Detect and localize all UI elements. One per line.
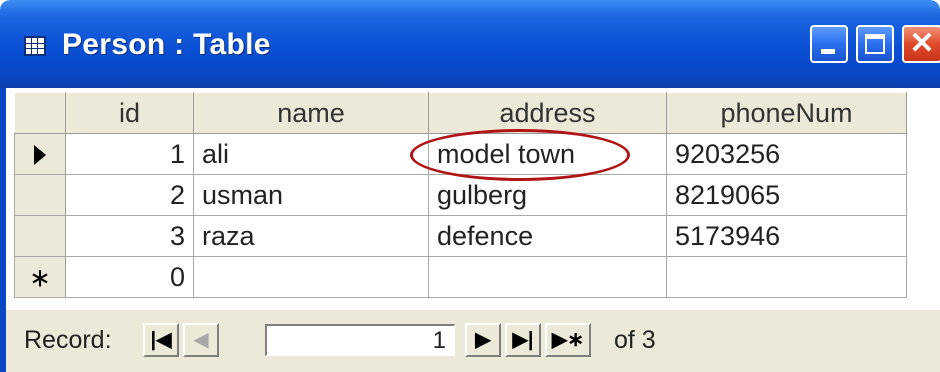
datasheet-grid: id name address phoneNum 1 ali model tow… bbox=[14, 92, 907, 298]
next-record-button[interactable]: ▶ bbox=[465, 323, 501, 357]
cell-name[interactable]: ali bbox=[193, 133, 429, 175]
new-record-nav-icon: ▶∗ bbox=[551, 329, 585, 351]
row-selector[interactable] bbox=[14, 133, 66, 175]
previous-record-icon: ◀ bbox=[193, 329, 209, 351]
row-selector[interactable] bbox=[14, 215, 66, 257]
cell-id[interactable]: 2 bbox=[65, 174, 194, 216]
minimize-icon bbox=[821, 49, 835, 54]
cell-address[interactable] bbox=[428, 256, 667, 298]
cell-name[interactable] bbox=[193, 256, 429, 298]
new-record-icon: ∗ bbox=[29, 262, 51, 293]
title-bar[interactable]: Person : Table ✕ bbox=[0, 0, 940, 88]
table-row[interactable]: 3 raza defence 5173946 bbox=[14, 215, 907, 257]
next-record-icon: ▶ bbox=[475, 329, 491, 351]
window-title: Person : Table bbox=[62, 28, 271, 61]
record-count: of 3 bbox=[614, 326, 656, 354]
row-selector[interactable] bbox=[14, 174, 66, 216]
header-row: id name address phoneNum bbox=[14, 92, 907, 134]
first-record-icon: |◀ bbox=[150, 329, 172, 351]
maximize-icon bbox=[865, 34, 885, 54]
cell-phonenum[interactable]: 9203256 bbox=[666, 133, 907, 175]
record-number-input[interactable] bbox=[265, 324, 455, 356]
column-header-id[interactable]: id bbox=[65, 92, 194, 134]
record-label: Record: bbox=[24, 326, 112, 354]
cell-name[interactable]: usman bbox=[193, 174, 429, 216]
new-record-row[interactable]: ∗ 0 bbox=[14, 256, 907, 298]
table-row[interactable]: 1 ali model town 9203256 bbox=[14, 133, 907, 175]
cell-address[interactable]: model town bbox=[428, 133, 667, 175]
cell-address[interactable]: defence bbox=[428, 215, 667, 257]
cell-id[interactable]: 1 bbox=[65, 133, 194, 175]
cell-id[interactable]: 0 bbox=[65, 256, 194, 298]
last-record-button[interactable]: ▶| bbox=[505, 323, 541, 357]
first-record-button[interactable]: |◀ bbox=[143, 323, 179, 357]
cell-phonenum[interactable]: 8219065 bbox=[666, 174, 907, 216]
table-row[interactable]: 2 usman gulberg 8219065 bbox=[14, 174, 907, 216]
table-window: Person : Table ✕ id name address phoneNu… bbox=[0, 0, 940, 372]
table-icon bbox=[24, 36, 46, 56]
cell-address[interactable]: gulberg bbox=[428, 174, 667, 216]
last-record-icon: ▶| bbox=[512, 329, 534, 351]
column-header-phonenum[interactable]: phoneNum bbox=[666, 92, 907, 134]
column-header-address[interactable]: address bbox=[428, 92, 667, 134]
close-icon: ✕ bbox=[909, 27, 935, 60]
cell-id[interactable]: 3 bbox=[65, 215, 194, 257]
minimize-button[interactable] bbox=[810, 25, 848, 63]
close-button[interactable]: ✕ bbox=[902, 25, 940, 63]
maximize-button[interactable] bbox=[856, 25, 894, 63]
select-all-corner[interactable] bbox=[14, 92, 66, 134]
current-record-icon bbox=[34, 145, 46, 166]
new-record-button[interactable]: ▶∗ bbox=[545, 323, 591, 357]
cell-phonenum[interactable] bbox=[666, 256, 907, 298]
row-selector[interactable]: ∗ bbox=[14, 256, 66, 298]
column-header-name[interactable]: name bbox=[193, 92, 429, 134]
previous-record-button[interactable]: ◀ bbox=[183, 323, 219, 357]
cell-phonenum[interactable]: 5173946 bbox=[666, 215, 907, 257]
cell-name[interactable]: raza bbox=[193, 215, 429, 257]
